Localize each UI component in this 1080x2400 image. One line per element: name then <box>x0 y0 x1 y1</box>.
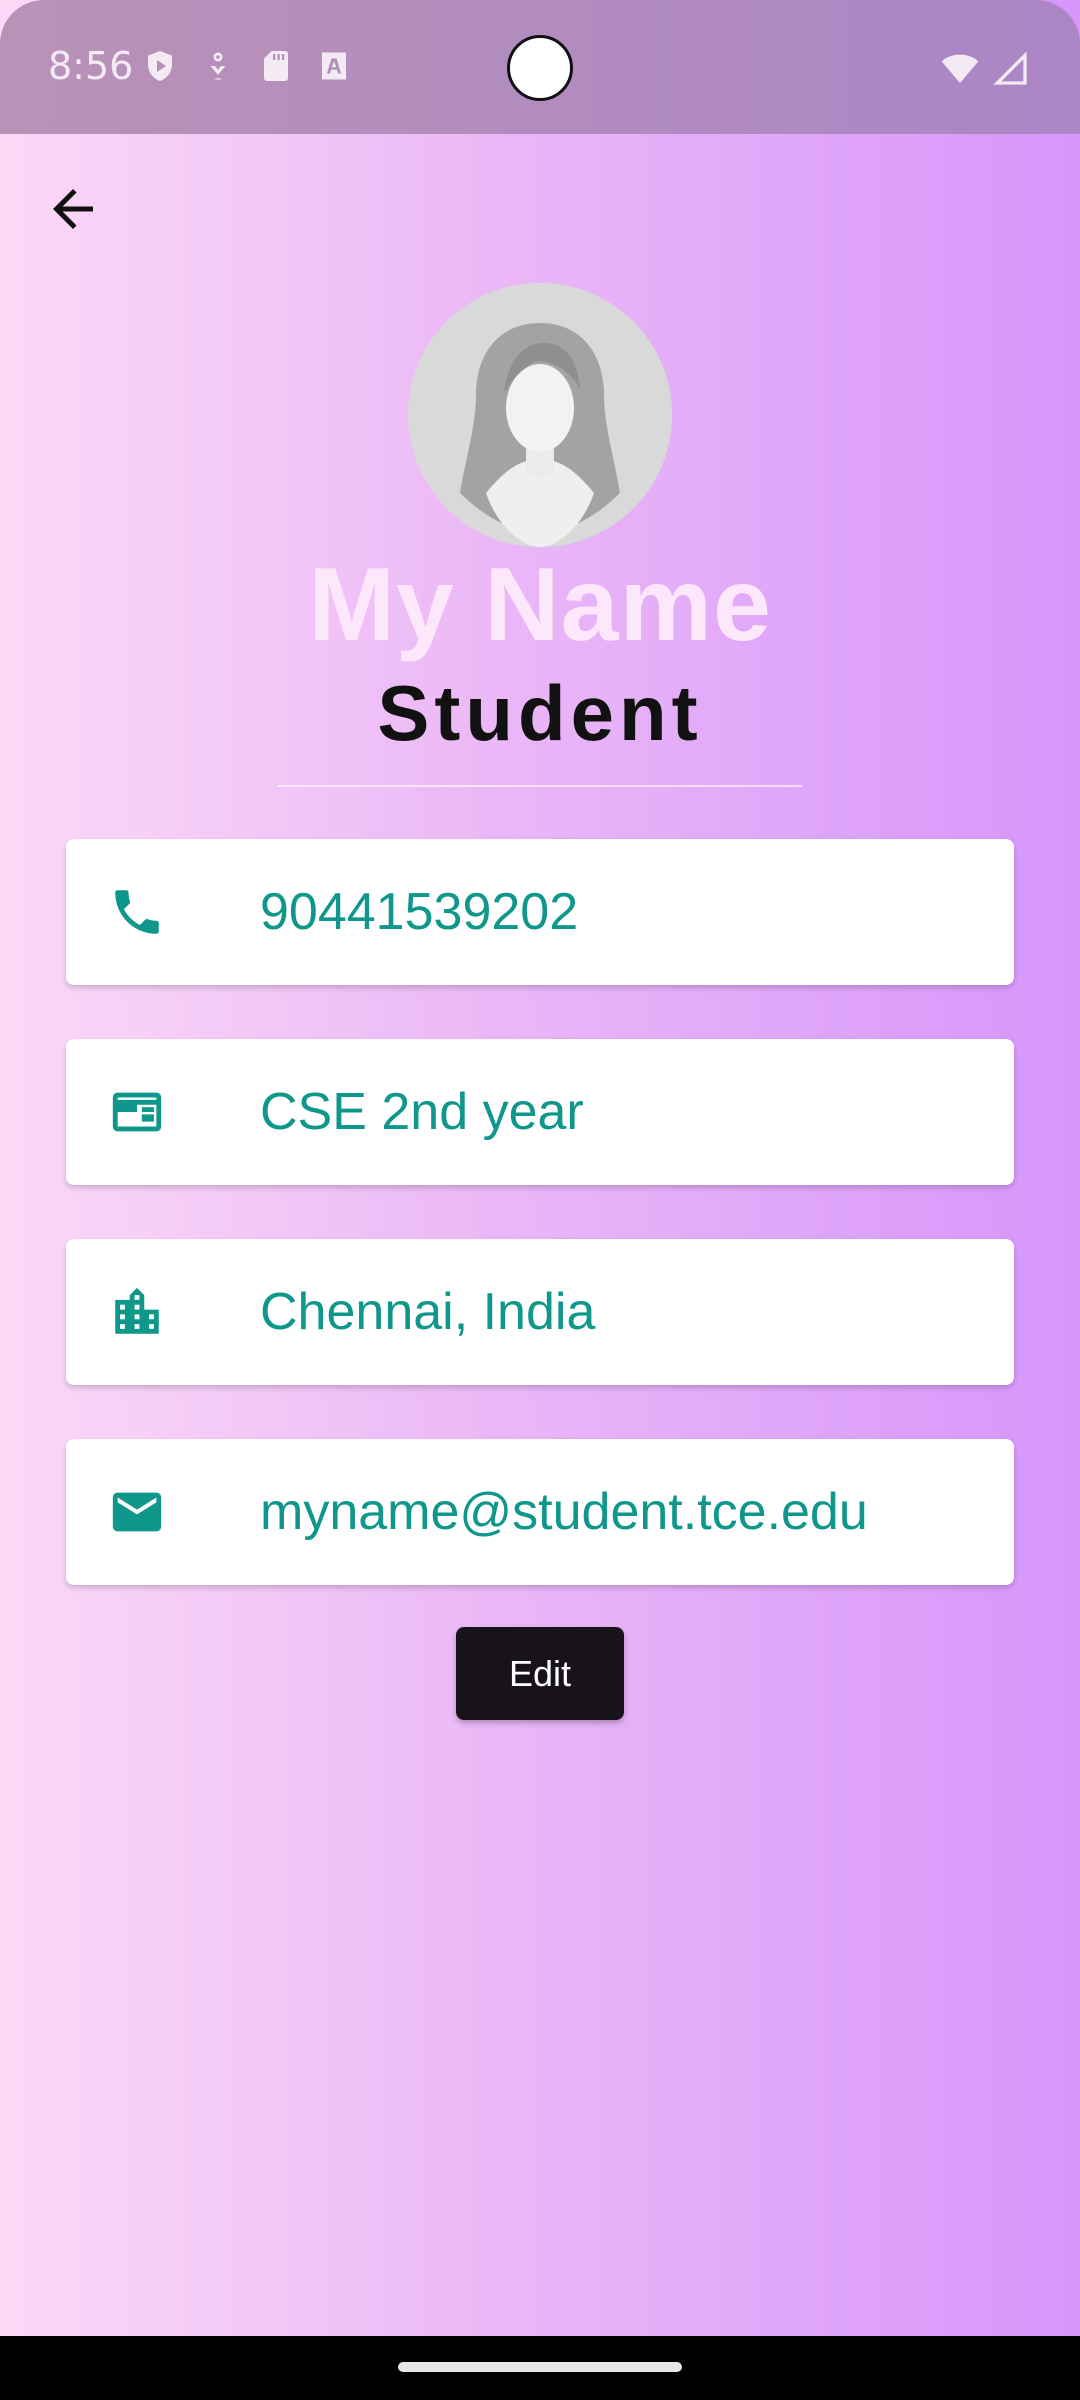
signal-icon <box>993 51 1027 85</box>
arrow-left-icon <box>53 189 93 229</box>
location-card: Chennai, India <box>66 1239 1014 1385</box>
front-camera-cutout <box>507 35 573 101</box>
wifi-icon <box>941 54 979 83</box>
phone-icon <box>108 883 166 941</box>
card-icon <box>108 1083 166 1141</box>
female-avatar-placeholder-icon <box>408 283 672 547</box>
email-value: myname@student.tce.edu <box>260 1483 868 1541</box>
mail-icon <box>108 1483 166 1541</box>
building-icon <box>108 1283 166 1341</box>
status-bar: 8:56 <box>0 0 1080 134</box>
status-system-icons <box>940 48 1030 88</box>
course-card: CSE 2nd year <box>66 1039 1014 1185</box>
text-a-icon <box>322 52 346 80</box>
home-indicator[interactable] <box>398 2362 682 2372</box>
phone-card: 90441539202 <box>66 839 1014 985</box>
status-notification-icons <box>142 48 352 84</box>
divider <box>278 785 802 787</box>
edit-button[interactable]: Edit <box>456 1627 624 1720</box>
sd-card-icon <box>264 51 288 81</box>
email-card: myname@student.tce.edu <box>66 1439 1014 1585</box>
profile-role: Student <box>377 669 703 757</box>
profile-name: My Name <box>308 547 772 663</box>
status-time: 8:56 <box>48 44 134 88</box>
avatar <box>408 283 672 547</box>
phone-value: 90441539202 <box>260 883 579 941</box>
course-value: CSE 2nd year <box>260 1083 584 1141</box>
download-icon <box>210 52 226 80</box>
shield-play-icon <box>148 51 172 81</box>
back-button[interactable] <box>36 172 110 246</box>
location-value: Chennai, India <box>260 1283 596 1341</box>
